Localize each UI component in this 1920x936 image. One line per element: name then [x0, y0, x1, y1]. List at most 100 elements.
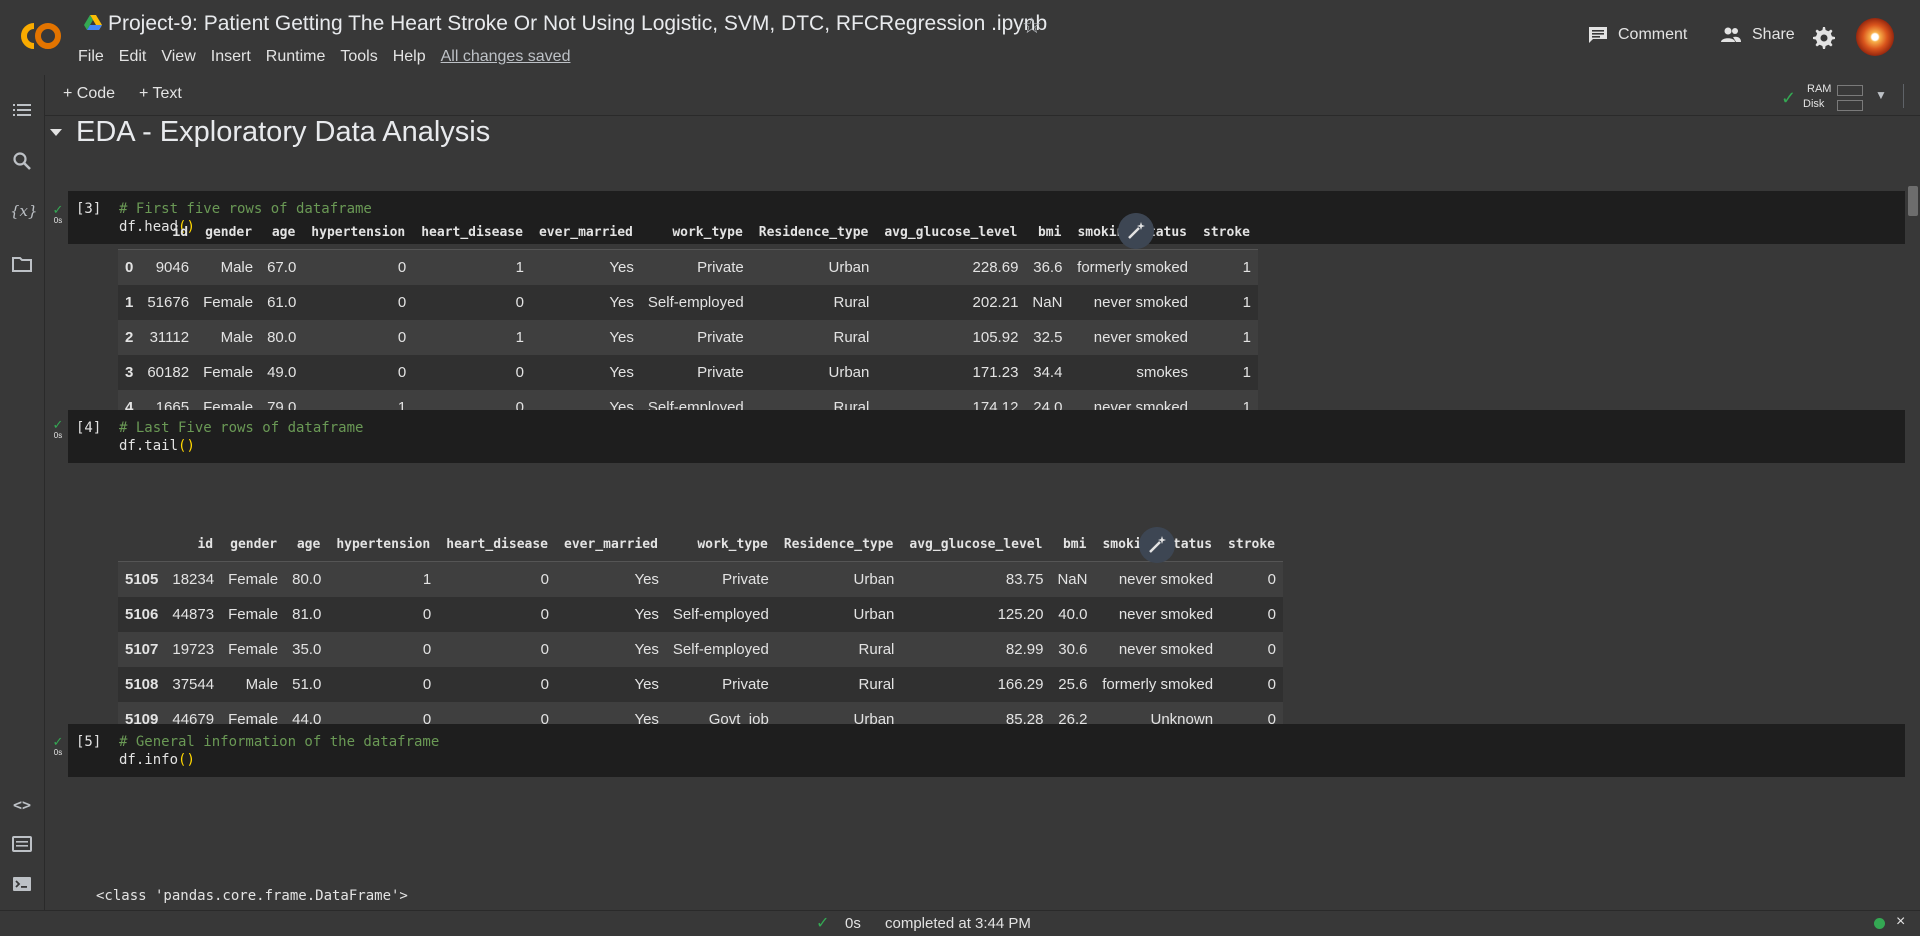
magic-wand-icon[interactable]	[1139, 527, 1175, 563]
variables-icon[interactable]: {x}	[10, 199, 38, 223]
table-of-contents-icon[interactable]	[10, 98, 34, 122]
terminal-icon[interactable]	[10, 872, 34, 896]
menu-edit[interactable]: Edit	[119, 48, 147, 66]
completed-check-icon: ✓	[816, 915, 830, 932]
table-body: 5105 18234 Female 80.0 1 0 Yes Private Urban 83.7…	[118, 561, 1284, 737]
table-cell: 105.92	[876, 320, 1026, 355]
run-success-check-icon: ✓	[52, 202, 64, 217]
column-header: gender	[196, 215, 261, 250]
table-cell: 0	[1220, 632, 1284, 667]
menu-file[interactable]: File	[78, 48, 104, 66]
execution-time: 0s	[845, 915, 861, 932]
magic-wand-icon[interactable]	[1118, 213, 1154, 249]
add-code-button[interactable]: + Code	[63, 85, 115, 103]
section-collapse-toggle[interactable]	[50, 129, 62, 136]
table-cell: never smoked	[1069, 320, 1196, 355]
notebook-title[interactable]: Project-9: Patient Getting The Heart Str…	[108, 12, 1047, 36]
table-cell: 32.5	[1025, 320, 1070, 355]
column-header: heart_disease	[438, 527, 556, 562]
table-cell: 34.4	[1025, 355, 1070, 390]
table-cell: 37544	[165, 667, 222, 702]
table-cell: Urban	[775, 597, 902, 632]
execution-count[interactable]: [3]	[76, 201, 101, 217]
table-header: id gender age hypertension heart_disease ever…	[118, 527, 1284, 562]
cell-run-time: 0s	[53, 748, 63, 757]
table-cell: Male	[196, 249, 261, 285]
menu-insert[interactable]: Insert	[211, 48, 251, 66]
execution-count[interactable]: [4]	[76, 420, 101, 436]
menu-help[interactable]: Help	[393, 48, 426, 66]
save-status-link[interactable]: All changes saved	[441, 48, 571, 66]
table-cell: 1	[413, 249, 531, 285]
table-cell: Yes	[530, 285, 641, 320]
table-cell: Rural	[750, 320, 877, 355]
table-cell: 171.23	[876, 355, 1026, 390]
column-header: avg_glucose_level	[901, 527, 1051, 562]
table-cell: Urban	[750, 249, 877, 285]
column-header: ever_married	[556, 527, 666, 562]
table-body: 0 9046 Male 67.0 0 1 Yes Private Urban 228.69 36.6…	[118, 249, 1258, 425]
table-cell: 18234	[165, 561, 222, 597]
toolbar-divider	[1903, 84, 1904, 108]
gear-icon[interactable]	[1812, 26, 1836, 50]
table-cell: 0	[303, 249, 414, 285]
row-index: 5106	[118, 597, 166, 632]
column-header: gender	[221, 527, 286, 562]
table-cell: 19723	[165, 632, 222, 667]
section-heading: EDA - Exploratory Data Analysis	[76, 116, 491, 148]
table-cell: 0	[413, 355, 531, 390]
close-icon[interactable]: ×	[1896, 913, 1905, 931]
connection-status-dot	[1874, 918, 1885, 929]
share-button[interactable]: Share	[1720, 26, 1795, 44]
table-cell: 0	[303, 355, 414, 390]
notebook-content[interactable]: EDA - Exploratory Data Analysis ✓ 0s [3]…	[45, 116, 1905, 909]
folder-icon[interactable]	[10, 252, 34, 276]
table-cell: 0	[438, 597, 556, 632]
table-cell: 0	[413, 285, 531, 320]
table-cell: 80.0	[285, 561, 329, 597]
cell-run-time: 0s	[53, 431, 63, 440]
table-cell: 35.0	[285, 632, 329, 667]
table-row: 3 60182 Female 49.0 0 0 Yes Private Urban 171.23 3…	[118, 355, 1258, 390]
run-success-check-icon: ✓	[52, 417, 64, 432]
cell-status: ✓ 0s	[49, 417, 67, 440]
header: Project-9: Patient Getting The Heart Str…	[0, 0, 1920, 75]
table-cell: 0	[328, 632, 439, 667]
comment-button[interactable]: Comment	[1588, 26, 1687, 44]
execution-count[interactable]: [5]	[76, 734, 101, 750]
star-icon[interactable]: ☆	[1022, 13, 1042, 39]
code-snippets-icon[interactable]: <>	[10, 793, 34, 817]
drive-icon[interactable]	[84, 15, 102, 31]
code-cell[interactable]: [4] # Last Five rows of dataframe df.tai…	[68, 410, 1905, 463]
row-index: 2	[118, 320, 141, 355]
resource-monitor[interactable]: ✓ RAM Disk	[1781, 80, 1871, 112]
table-cell: 1	[413, 320, 531, 355]
table-cell: Yes	[556, 561, 666, 597]
table-cell: Yes	[556, 632, 666, 667]
chevron-down-icon[interactable]: ▼	[1875, 88, 1887, 102]
table-cell: 1	[1195, 249, 1258, 285]
scrollbar-track[interactable]	[1906, 116, 1920, 909]
menu-view[interactable]: View	[161, 48, 195, 66]
add-text-button[interactable]: + Text	[139, 85, 182, 103]
colab-logo[interactable]	[14, 18, 64, 54]
table-cell: 166.29	[901, 667, 1051, 702]
code-cell[interactable]: [5] # General information of the datafra…	[68, 724, 1905, 777]
table-cell: 125.20	[901, 597, 1051, 632]
ram-label: RAM	[1807, 83, 1832, 95]
menu-runtime[interactable]: Runtime	[266, 48, 326, 66]
command-palette-icon[interactable]	[10, 832, 34, 856]
search-icon[interactable]	[10, 149, 34, 173]
completion-status[interactable]: completed at 3:44 PM	[885, 915, 1031, 932]
table-cell: 51676	[140, 285, 197, 320]
table-cell: NaN	[1025, 285, 1070, 320]
column-header: Residence_type	[750, 215, 877, 250]
scrollbar-thumb[interactable]	[1908, 186, 1918, 216]
user-avatar[interactable]	[1856, 18, 1894, 56]
table-cell: 49.0	[260, 355, 304, 390]
table-cell: Private	[640, 355, 751, 390]
row-index: 5107	[118, 632, 166, 667]
table-cell: 0	[438, 561, 556, 597]
menu-tools[interactable]: Tools	[340, 48, 377, 66]
table-cell: 40.0	[1050, 597, 1095, 632]
